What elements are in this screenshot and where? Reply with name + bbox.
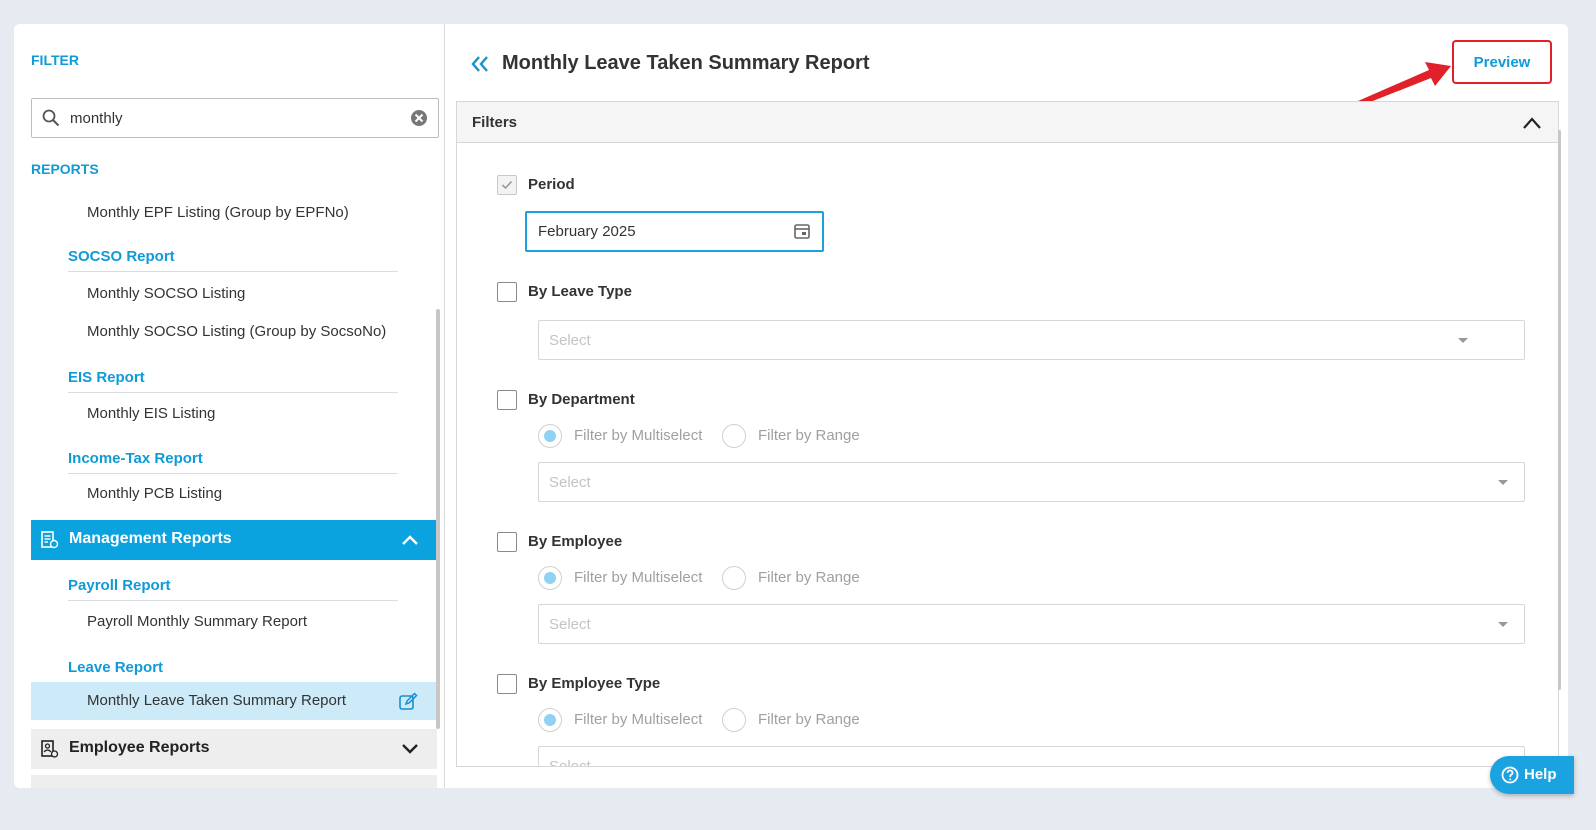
employee-radio-range[interactable] <box>722 566 746 590</box>
main-scrollbar[interactable] <box>1558 130 1561 690</box>
tree-item-leave-summary-label: Monthly Leave Taken Summary Report <box>87 692 347 709</box>
section-employee-reports[interactable]: Employee Reports <box>31 729 437 769</box>
tree-item-socso-listing[interactable]: Monthly SOCSO Listing <box>87 285 245 302</box>
department-radio-range-label: Filter by Range <box>758 427 860 444</box>
help-button[interactable]: Help <box>1490 756 1574 794</box>
section-employee-label: Employee Reports <box>69 739 210 756</box>
department-radio-multiselect[interactable] <box>538 424 562 448</box>
search-icon <box>42 109 60 127</box>
tree-group-leave: Leave Report <box>68 659 164 676</box>
caret-down-icon <box>1458 338 1468 343</box>
period-date-input[interactable]: February 2025 <box>525 211 824 252</box>
filters-panel: Filters Period February 2025 By Leave Ty… <box>456 101 1559 767</box>
employee-type-radio-multiselect-label: Filter by Multiselect <box>574 711 703 728</box>
tree-item-payroll-summary[interactable]: Payroll Monthly Summary Report <box>87 613 307 630</box>
department-select[interactable]: Select <box>538 462 1525 502</box>
leave-type-placeholder: Select <box>549 332 591 349</box>
employee-type-radio-range[interactable] <box>722 708 746 732</box>
employee-type-placeholder: Select <box>549 758 591 767</box>
main-panel: Monthly Leave Taken Summary Report Previ… <box>446 24 1568 788</box>
help-label: Help <box>1524 766 1557 783</box>
employee-select[interactable]: Select <box>538 604 1525 644</box>
preview-button[interactable]: Preview <box>1452 40 1552 84</box>
search-input[interactable] <box>70 107 400 129</box>
chevron-down-icon <box>402 744 418 754</box>
tree-item-pcb-listing[interactable]: Monthly PCB Listing <box>87 485 222 502</box>
double-chevron-left-icon[interactable] <box>470 54 490 74</box>
tree-group-payroll: Payroll Report <box>68 577 398 601</box>
search-box[interactable] <box>31 98 439 138</box>
employee-radio-multiselect[interactable] <box>538 566 562 590</box>
edit-icon[interactable] <box>398 692 418 712</box>
reports-heading: REPORTS <box>31 161 99 177</box>
period-label: Period <box>528 176 575 193</box>
tree-item-epf-group[interactable]: Monthly EPF Listing (Group by EPFNo) <box>87 204 349 221</box>
tree-group-eis: EIS Report <box>68 369 398 393</box>
leave-type-checkbox[interactable] <box>497 282 517 302</box>
tree-group-income-tax: Income-Tax Report <box>68 450 398 474</box>
tree-group-socso: SOCSO Report <box>68 248 398 272</box>
employee-placeholder: Select <box>549 616 591 633</box>
chevron-up-icon <box>1523 117 1541 129</box>
tree-item-socso-group-listing[interactable]: Monthly SOCSO Listing (Group by SocsoNo) <box>87 323 386 340</box>
section-next-collapsed[interactable] <box>31 775 437 788</box>
report-icon <box>41 531 59 549</box>
employee-type-checkbox[interactable] <box>497 674 517 694</box>
department-label: By Department <box>528 391 635 408</box>
tree-item-leave-summary-selected[interactable]: Monthly Leave Taken Summary Report <box>31 682 437 720</box>
section-management-label: Management Reports <box>69 530 232 547</box>
employee-report-icon <box>41 740 59 758</box>
app-window: FILTER REPORTS Monthly EPF Listing (Grou… <box>14 24 1568 788</box>
check-icon <box>501 180 513 190</box>
tree-item-eis-listing[interactable]: Monthly EIS Listing <box>87 405 215 422</box>
caret-down-icon <box>1498 480 1508 485</box>
calendar-icon[interactable] <box>793 222 811 240</box>
filter-heading: FILTER <box>31 52 79 68</box>
department-placeholder: Select <box>549 474 591 491</box>
department-radio-multiselect-label: Filter by Multiselect <box>574 427 703 444</box>
filters-header[interactable]: Filters <box>457 102 1558 143</box>
question-icon <box>1501 766 1519 784</box>
filters-title: Filters <box>472 114 518 131</box>
employee-type-label: By Employee Type <box>528 675 661 692</box>
clear-search-icon[interactable] <box>410 109 428 127</box>
sidebar: FILTER REPORTS Monthly EPF Listing (Grou… <box>14 24 445 788</box>
employee-radio-range-label: Filter by Range <box>758 569 860 586</box>
employee-label: By Employee <box>528 533 623 550</box>
employee-radio-multiselect-label: Filter by Multiselect <box>574 569 703 586</box>
employee-checkbox[interactable] <box>497 532 517 552</box>
page-title: Monthly Leave Taken Summary Report <box>502 52 870 74</box>
leave-type-label: By Leave Type <box>528 283 632 300</box>
leave-type-select[interactable]: Select <box>538 320 1525 360</box>
department-radio-range[interactable] <box>722 424 746 448</box>
employee-type-select[interactable]: Select <box>538 746 1525 767</box>
caret-down-icon <box>1498 622 1508 627</box>
employee-type-radio-range-label: Filter by Range <box>758 711 860 728</box>
department-checkbox[interactable] <box>497 390 517 410</box>
section-management-reports[interactable]: Management Reports <box>31 520 437 560</box>
period-checkbox[interactable] <box>497 175 517 195</box>
report-tree: Monthly EPF Listing (Group by EPFNo) SOC… <box>31 196 437 788</box>
sidebar-scrollbar[interactable] <box>436 309 440 729</box>
period-date-value: February 2025 <box>538 223 636 240</box>
employee-type-radio-multiselect[interactable] <box>538 708 562 732</box>
chevron-up-icon <box>402 535 418 545</box>
